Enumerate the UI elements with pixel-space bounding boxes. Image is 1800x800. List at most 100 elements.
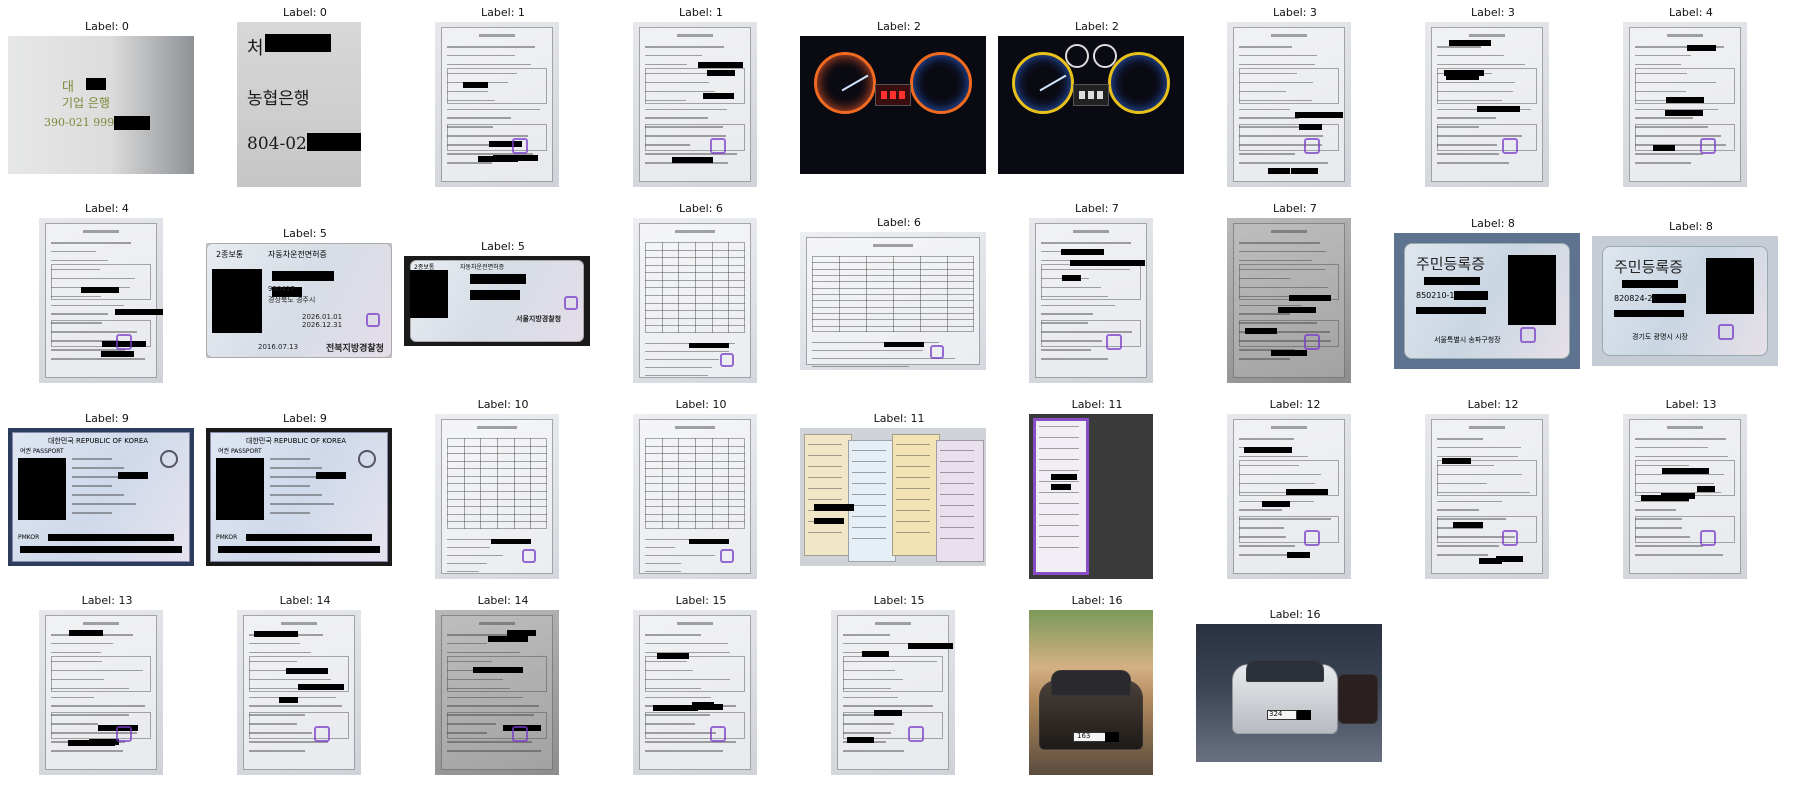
redaction-bar (671, 156, 714, 163)
receipt-line (940, 461, 974, 463)
doc-table-box (1437, 124, 1537, 151)
doc-text-line (447, 696, 524, 698)
image-label: Label: 2 (877, 20, 921, 33)
doc-text-line (1041, 242, 1131, 244)
doc-table-box (51, 264, 151, 301)
license-text: 경상북도 경주시 (268, 296, 316, 304)
paper-sheet (1431, 419, 1543, 574)
doc-table-box (1635, 460, 1735, 497)
plate-redaction (1105, 732, 1119, 742)
image-label: Label: 7 (1075, 202, 1119, 215)
doc-text-line (1437, 554, 1488, 556)
doc-table-box (1239, 516, 1339, 543)
grid-cell: Label: 7 (998, 202, 1196, 402)
image-label: Label: 13 (81, 594, 133, 607)
license-text: 2016.07.13 (258, 343, 299, 351)
doc-text-line (645, 358, 719, 361)
table-col-line (661, 438, 663, 529)
receipt-line (808, 532, 842, 534)
image-label: Label: 3 (1471, 6, 1515, 19)
image-label: Label: 15 (873, 594, 925, 607)
doc-text-line (447, 108, 541, 110)
grid-cell: Label: 15 (602, 594, 800, 794)
redaction-bar (298, 684, 345, 691)
receipt-line (940, 483, 974, 485)
photo-redaction (410, 270, 448, 318)
doc-text-line (1239, 46, 1292, 48)
official-stamp (1501, 137, 1518, 154)
grid-cell: Label: 11 (800, 402, 998, 598)
thumbnail-image (633, 218, 757, 383)
thumbnail-image (435, 22, 559, 187)
image-label: Label: 6 (679, 202, 723, 215)
doc-text-line (1635, 509, 1676, 511)
official-stamp (907, 725, 924, 742)
image-label: Label: 1 (679, 6, 723, 19)
receipt-line (940, 472, 974, 474)
issuing-authority: 서울특별시 송파구청장 (1434, 336, 1501, 344)
thumbnail-image (1623, 22, 1747, 187)
passport-field-line (72, 512, 112, 514)
receipt-line (940, 516, 974, 518)
doc-text-line (645, 366, 713, 369)
table-col-line (463, 438, 465, 529)
redaction-bar (1289, 295, 1332, 302)
doc-table-box (645, 124, 745, 151)
redaction-bar (1060, 249, 1104, 256)
handwritten-text: 농협은행 (247, 89, 310, 109)
doc-text-line (447, 651, 521, 654)
redaction-bar (1285, 488, 1328, 495)
redaction-bar (1495, 556, 1524, 563)
redaction-bar (1661, 493, 1696, 500)
doc-table-box (645, 656, 745, 693)
paper-sheet (45, 615, 157, 770)
table-col-line (711, 438, 713, 529)
doc-text-line (1635, 554, 1724, 556)
official-stamp (719, 549, 734, 564)
doc-text-line (645, 546, 676, 549)
redaction-bar (89, 738, 119, 745)
redaction-bar (1442, 458, 1471, 465)
redaction-bar (874, 710, 902, 717)
doc-text-line (51, 242, 131, 244)
doc-text-line (51, 304, 124, 306)
doc-text-line (51, 259, 109, 262)
image-label: Label: 5 (283, 227, 327, 240)
doc-text-line (1437, 438, 1484, 440)
image-label: Label: 0 (283, 6, 327, 19)
license-title: 자동차운전면허증 (268, 250, 327, 259)
receipt-line (852, 538, 886, 540)
redaction-bar (1051, 474, 1077, 480)
receipt-line (1039, 536, 1079, 538)
receipt-line (1039, 448, 1079, 450)
redaction-bar (86, 78, 106, 90)
redaction-bar (1696, 486, 1715, 493)
doc-text-line (447, 117, 512, 119)
passport-field-line (270, 494, 322, 496)
receipt-line (940, 538, 974, 540)
official-stamp (511, 137, 528, 154)
thumbnail-image: 2종보통 자동차운전면허증 서울지방경찰청 (404, 256, 590, 346)
thumbnail-image: 대한민국 REPUBLIC OF KOREA 여권 PASSPORT PMKOR (206, 428, 392, 566)
doc-text-line (1239, 153, 1296, 155)
doc-title-line (675, 426, 715, 429)
receipt-line (808, 455, 842, 457)
doc-text-line (1041, 313, 1094, 315)
image-label: Label: 12 (1269, 398, 1321, 411)
display-digit (881, 91, 887, 99)
receipt-line (852, 483, 886, 485)
thumbnail-image (1227, 414, 1351, 579)
doc-title-line (1271, 426, 1307, 429)
redaction-bar (1290, 168, 1319, 175)
doc-text-line (843, 634, 891, 636)
doc-text-line (645, 554, 715, 557)
doc-text-line (1635, 153, 1704, 155)
redaction-bar (1665, 109, 1704, 116)
redaction-bar (1622, 280, 1678, 288)
doc-title-line (873, 244, 913, 247)
redaction-bar (101, 350, 135, 357)
redaction-bar (688, 342, 729, 348)
doc-text-line (812, 349, 923, 352)
doc-title-line (677, 34, 713, 37)
grid-cell: Label: 11 (998, 398, 1196, 598)
